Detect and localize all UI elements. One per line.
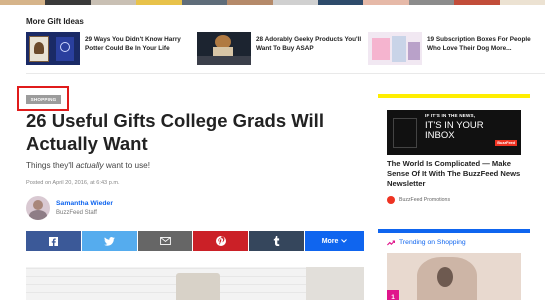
article-subtitle: Things they'll actually want to use! (26, 161, 151, 170)
gift-idea-title[interactable]: 28 Adorably Geeky Products You'll Want T… (251, 32, 367, 66)
dog-boxes-thumb[interactable] (368, 32, 422, 65)
tumblr-share-button[interactable] (249, 231, 305, 251)
ad-sponsor-name[interactable]: BuzzFeed Promotions (399, 197, 450, 203)
gift-idea-title[interactable]: 29 Ways You Didn't Know Harry Potter Cou… (80, 32, 196, 66)
ad-image-tagline: IF IT'S IN THE NEWS, (425, 113, 476, 118)
sidebar-newsletter-ad[interactable]: IF IT'S IN THE NEWS, IT'S IN YOUR INBOX … (378, 94, 530, 210)
ad-image-headline: IT'S IN YOUR INBOX (425, 120, 484, 141)
gift-idea-item[interactable]: 29 Ways You Didn't Know Harry Potter Cou… (26, 32, 196, 66)
more-share-button[interactable]: More (305, 231, 364, 251)
trending-module: Trending on Shopping 1 (378, 229, 530, 300)
author-role: BuzzFeed Staff (56, 210, 97, 216)
ad-image-badge: BuzzFeed (495, 140, 517, 146)
twitter-icon (103, 236, 115, 246)
harry-potter-thumb[interactable] (26, 32, 80, 65)
more-gift-ideas-row: 29 Ways You Didn't Know Harry Potter Cou… (26, 32, 540, 66)
trending-heading: Trending on Shopping (387, 239, 466, 246)
top-image-strip (0, 0, 545, 5)
newsletter-ad-image[interactable]: IF IT'S IN THE NEWS, IT'S IN YOUR INBOX … (387, 110, 521, 155)
twitter-share-button[interactable] (81, 231, 137, 251)
more-share-label: More (321, 237, 339, 245)
gift-idea-item[interactable]: 28 Adorably Geeky Products You'll Want T… (197, 32, 367, 66)
author-meta: Samantha Wieder BuzzFeed Staff (56, 200, 113, 216)
trending-heading-label: Trending on Shopping (399, 239, 466, 246)
tumblr-icon (274, 236, 280, 246)
section-divider (26, 73, 545, 74)
email-share-button[interactable] (137, 231, 193, 251)
trending-item-image[interactable] (387, 253, 521, 300)
author-name[interactable]: Samantha Wieder (56, 200, 113, 207)
pinterest-share-button[interactable] (193, 231, 249, 251)
facebook-icon (48, 236, 58, 246)
gift-idea-item[interactable]: 19 Subscription Boxes For People Who Lov… (368, 32, 540, 66)
newsletter-ad-title[interactable]: The World Is Complicated — Make Sense Of… (387, 159, 527, 189)
avatar[interactable] (26, 196, 50, 220)
share-bar: More (26, 231, 364, 251)
chevron-down-icon (341, 239, 348, 243)
buzzfeed-logo-icon (387, 196, 395, 204)
more-gift-ideas-heading: More Gift Ideas (26, 17, 84, 26)
facebook-share-button[interactable] (26, 231, 81, 251)
article-title: 26 Useful Gifts College Grads Will Actua… (26, 110, 324, 154)
email-icon (159, 237, 171, 245)
geeky-products-thumb[interactable] (197, 32, 251, 65)
trending-rank-badge: 1 (387, 290, 399, 300)
category-badge[interactable]: SHOPPING (26, 95, 61, 104)
author-byline: Samantha Wieder BuzzFeed Staff (26, 195, 113, 221)
trending-arrow-icon (387, 239, 395, 245)
posted-date: Posted on April 20, 2016, at 6:43 p.m. (26, 180, 120, 186)
gift-idea-title[interactable]: 19 Subscription Boxes For People Who Lov… (422, 32, 540, 66)
pinterest-icon (215, 236, 226, 246)
ad-sponsor: BuzzFeed Promotions (387, 196, 450, 204)
article-hero-image (26, 267, 364, 300)
